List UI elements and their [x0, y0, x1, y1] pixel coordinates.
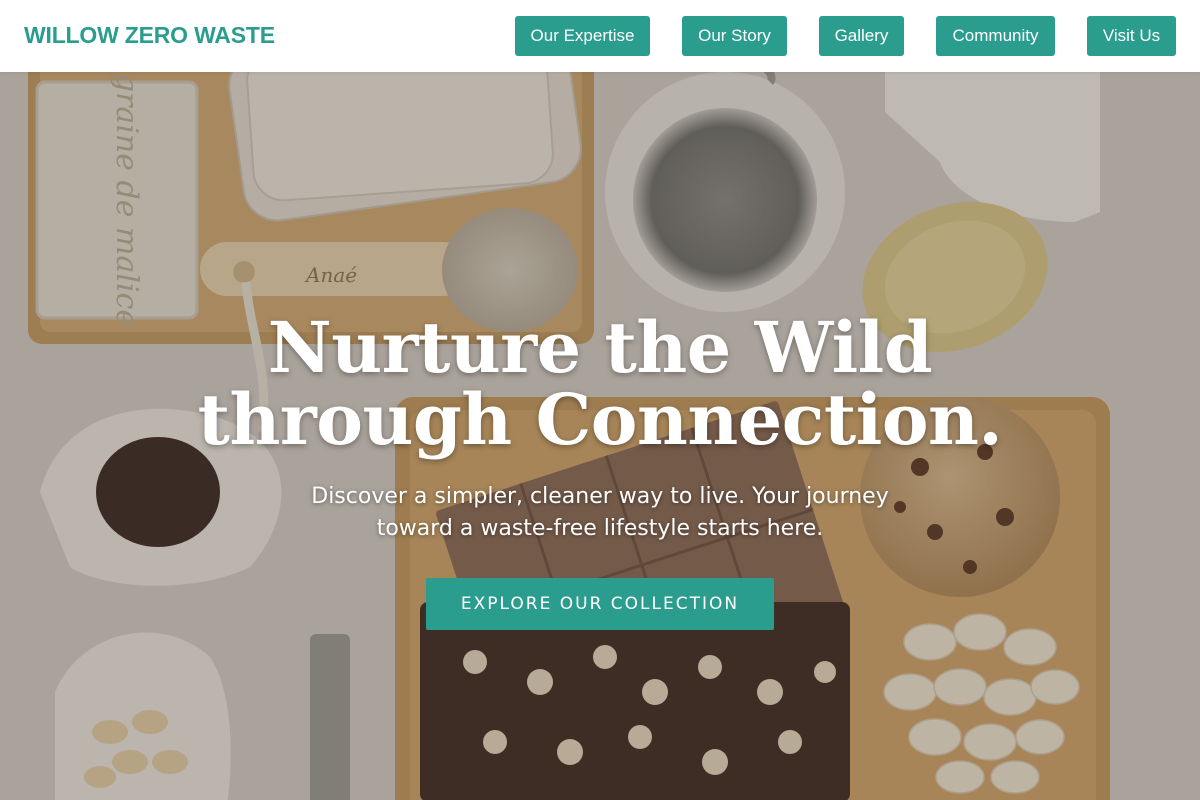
- nav-our-expertise[interactable]: Our Expertise: [515, 16, 650, 56]
- site-header: WILLOW ZERO WASTE Our Expertise Our Stor…: [0, 0, 1200, 72]
- nav-gallery[interactable]: Gallery: [819, 16, 904, 56]
- nav-community[interactable]: Community: [936, 16, 1055, 56]
- hero-subtitle: Discover a simpler, cleaner way to live.…: [311, 484, 889, 541]
- hero-section: graine de malice Anaé Nurture the Wild t…: [0, 72, 1200, 800]
- hero-title: Nurture the Wild through Connection.: [197, 306, 1003, 461]
- nav-our-story[interactable]: Our Story: [682, 16, 787, 56]
- brand-logo[interactable]: WILLOW ZERO WASTE: [24, 22, 275, 49]
- nav-visit-us[interactable]: Visit Us: [1087, 16, 1176, 56]
- explore-collection-button[interactable]: EXPLORE OUR COLLECTION: [426, 578, 774, 630]
